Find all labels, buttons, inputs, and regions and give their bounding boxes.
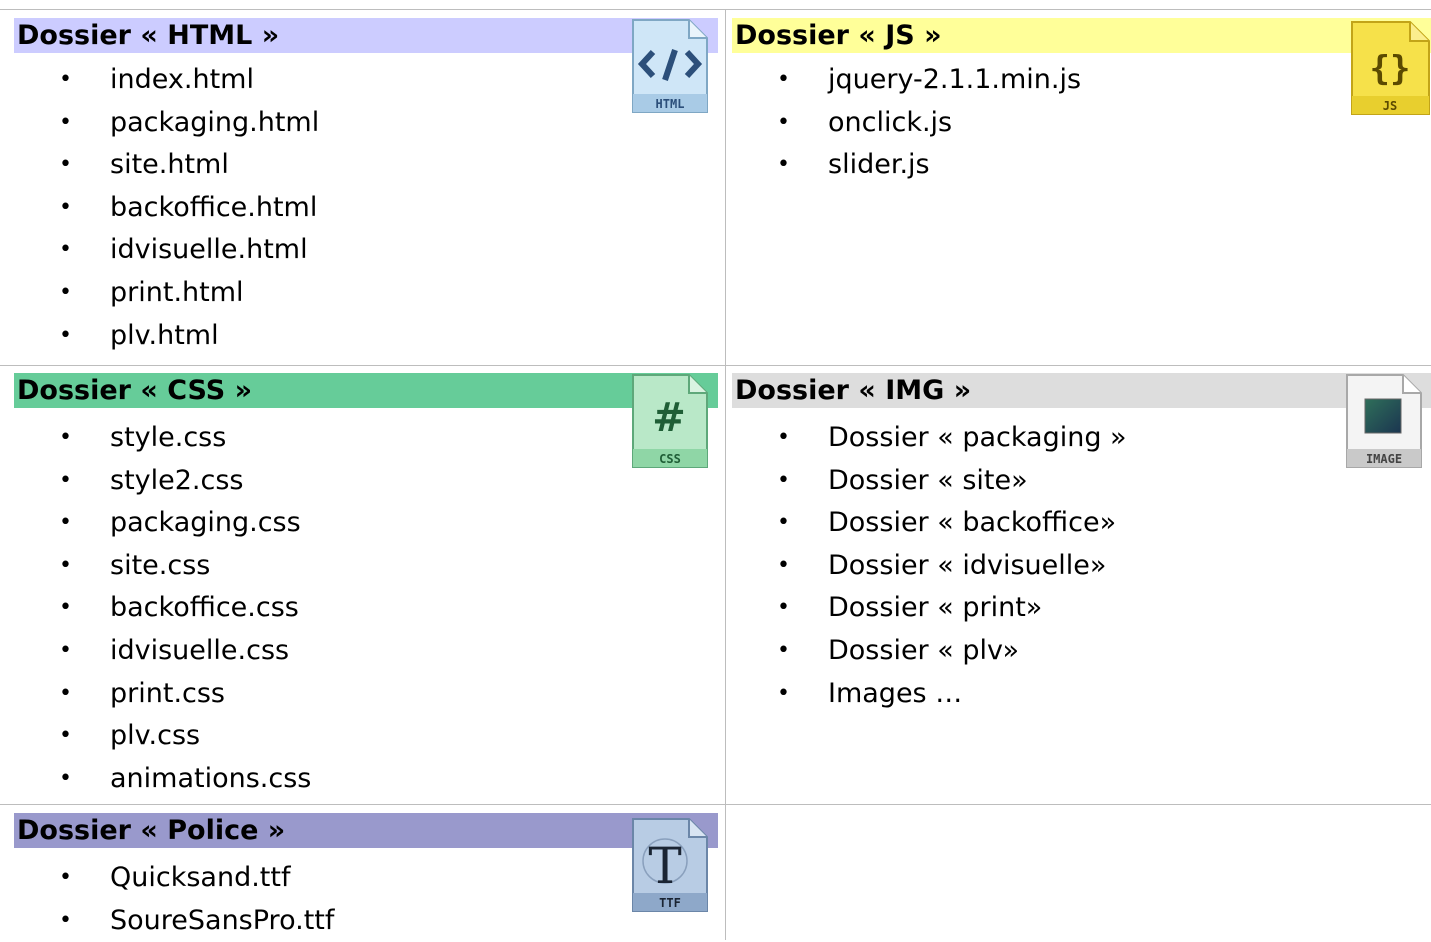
list-item: Dossier « idvisuelle»: [732, 545, 1127, 588]
folder-header-css: Dossier « CSS »: [14, 373, 718, 408]
image-icon-label: IMAGE: [1366, 452, 1402, 466]
table-row-divider-2: [0, 804, 1431, 805]
list-item: plv.css: [14, 715, 311, 758]
folder-cell-police: Dossier « Police » Quicksand.ttf SoureSa…: [14, 813, 718, 942]
html-file-icon: HTML: [632, 19, 708, 113]
list-item: plv.html: [14, 315, 319, 358]
folder-cell-css: Dossier « CSS » style.css style2.css pac…: [14, 373, 718, 803]
folder-cell-html: Dossier « HTML » index.html packaging.ht…: [14, 18, 718, 363]
svg-text:T: T: [648, 837, 681, 895]
file-list-js: jquery-2.1.1.min.js onclick.js slider.js: [732, 59, 1081, 187]
folder-title-css: Dossier « CSS »: [17, 375, 253, 406]
file-list-img: Dossier « packaging » Dossier « site» Do…: [732, 417, 1127, 715]
list-item: Quicksand.ttf: [14, 857, 334, 900]
list-item: site.html: [14, 144, 319, 187]
folder-cell-img: Dossier « IMG » Dossier « packaging » Do…: [732, 373, 1431, 803]
list-item: Images …: [732, 673, 1127, 716]
table-border-middle: [725, 9, 726, 940]
list-item: onclick.js: [732, 102, 1081, 145]
file-list-css: style.css style2.css packaging.css site.…: [14, 417, 311, 800]
list-item: print.css: [14, 673, 311, 716]
list-item: backoffice.css: [14, 587, 311, 630]
list-item: Dossier « plv»: [732, 630, 1127, 673]
folder-header-img: Dossier « IMG »: [732, 373, 1431, 408]
list-item: animations.css: [14, 758, 311, 801]
html-icon-label: HTML: [656, 97, 685, 111]
list-item: Dossier « backoffice»: [732, 502, 1127, 545]
folder-header-html: Dossier « HTML »: [14, 18, 718, 53]
list-item: idvisuelle.css: [14, 630, 311, 673]
ttf-icon-label: TTF: [659, 896, 681, 910]
ttf-font-file-icon: T TTF: [632, 818, 708, 912]
list-item: Dossier « packaging »: [732, 417, 1127, 460]
list-item: Dossier « site»: [732, 460, 1127, 503]
image-file-icon: IMAGE: [1346, 374, 1422, 468]
list-item: SoureSansPro.ttf: [14, 900, 334, 942]
list-item: packaging.css: [14, 502, 311, 545]
folder-header-police: Dossier « Police »: [14, 813, 718, 848]
folder-title-js: Dossier « JS »: [735, 20, 942, 51]
js-icon-label: JS: [1383, 99, 1397, 113]
file-list-police: Quicksand.ttf SoureSansPro.ttf: [14, 857, 334, 942]
list-item: slider.js: [732, 144, 1081, 187]
list-item: index.html: [14, 59, 319, 102]
js-file-icon: {} JS: [1351, 21, 1430, 115]
list-item: style2.css: [14, 460, 311, 503]
list-item: backoffice.html: [14, 187, 319, 230]
folder-title-img: Dossier « IMG »: [735, 375, 972, 406]
table-row-divider-1: [0, 365, 1431, 366]
list-item: Dossier « print»: [732, 587, 1127, 630]
css-icon-label: CSS: [659, 452, 681, 466]
list-item: idvisuelle.html: [14, 229, 319, 272]
svg-text:{}: {}: [1370, 49, 1411, 89]
list-item: print.html: [14, 272, 319, 315]
table-border-top: [0, 9, 1431, 10]
list-item: packaging.html: [14, 102, 319, 145]
css-file-icon: # CSS: [632, 374, 708, 468]
folder-title-police: Dossier « Police »: [17, 815, 286, 846]
list-item: style.css: [14, 417, 311, 460]
list-item: site.css: [14, 545, 311, 588]
folder-title-html: Dossier « HTML »: [17, 20, 280, 51]
svg-text:#: #: [652, 395, 686, 441]
list-item: jquery-2.1.1.min.js: [732, 59, 1081, 102]
folder-header-js: Dossier « JS »: [732, 18, 1431, 53]
file-list-html: index.html packaging.html site.html back…: [14, 59, 319, 357]
folder-cell-js: Dossier « JS » jquery-2.1.1.min.js oncli…: [732, 18, 1431, 363]
